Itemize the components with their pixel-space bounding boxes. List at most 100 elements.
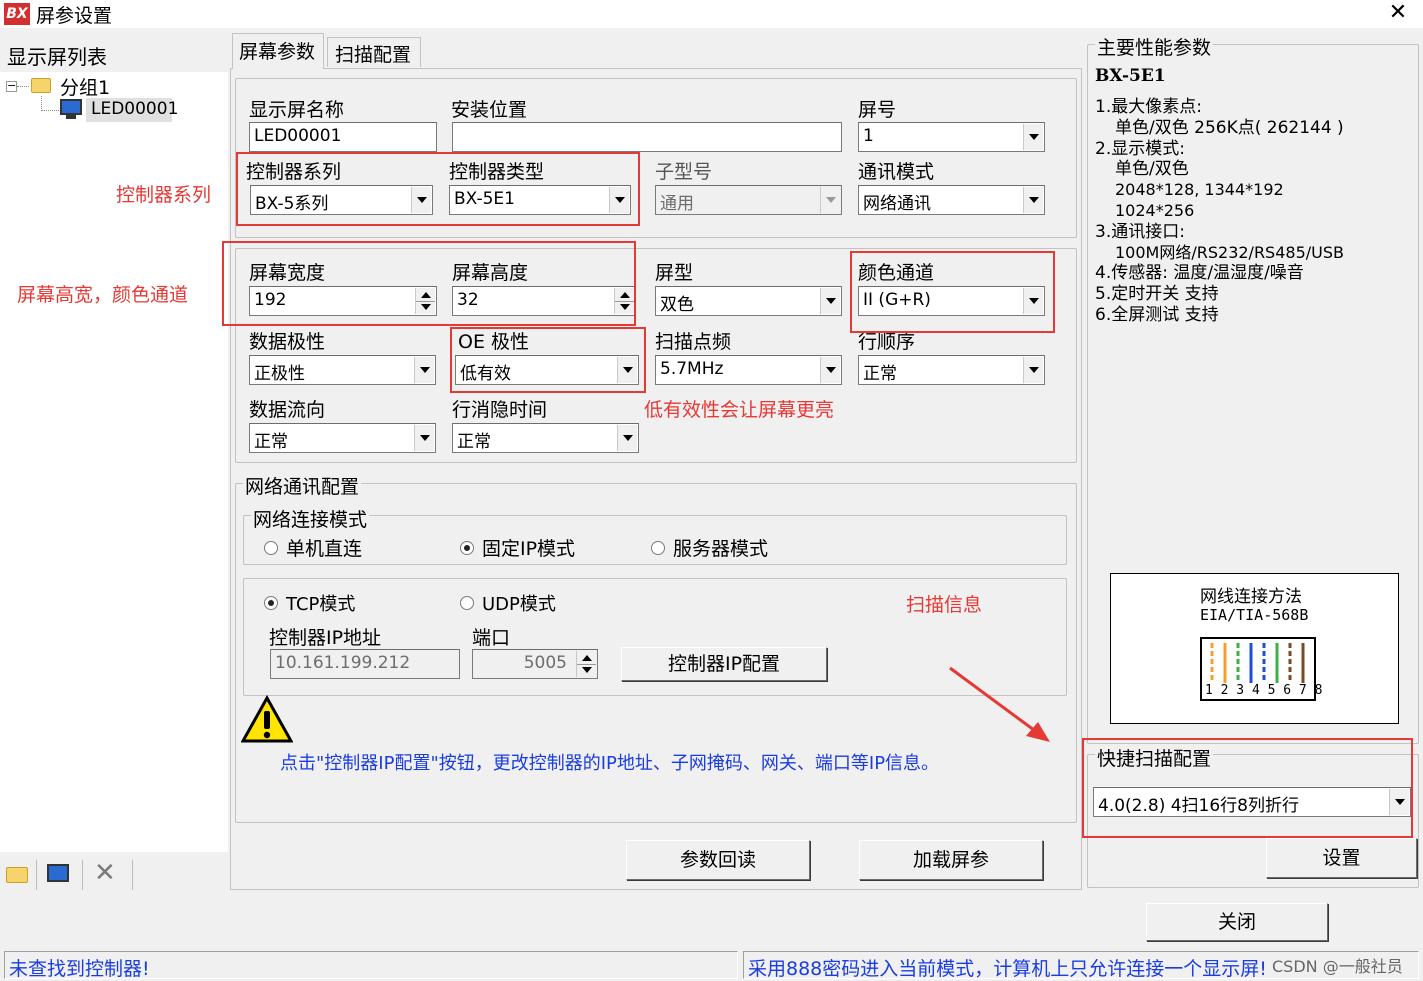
tab-screen-params-label: 屏幕参数 — [239, 41, 316, 63]
toolbar-separator — [132, 860, 133, 890]
ip-label: 控制器IP地址 — [269, 627, 382, 649]
monitor-icon — [60, 99, 82, 115]
annotation-box-oe — [450, 327, 646, 393]
comm-mode-select[interactable]: 网络通讯 — [858, 185, 1045, 215]
sub-model-select[interactable]: 通用 — [655, 185, 842, 215]
annotation-box-color — [850, 251, 1055, 333]
radio-circle — [264, 596, 278, 610]
scan-freq-value: 5.7MHz — [660, 359, 724, 379]
connect-mode-title: 网络连接模式 — [251, 505, 370, 532]
install-location-input[interactable] — [452, 122, 842, 152]
port-stepper[interactable]: 5005 — [472, 649, 598, 679]
perf-line: 1024*256 — [1115, 200, 1195, 220]
close-window-icon[interactable]: ✕ — [1385, 0, 1411, 28]
blanking-time-value: 正常 — [457, 432, 491, 452]
pin-numbers: 1 2 3 4 5 6 7 8 — [1205, 683, 1323, 698]
perf-line: 单色/双色 256K点( 262144 ) — [1115, 117, 1344, 138]
radio-tcp[interactable]: TCP模式 — [264, 590, 355, 616]
perf-line: 单色/双色 — [1115, 159, 1189, 180]
wiring-title: 网线连接方法 — [1200, 587, 1302, 607]
data-polarity-value: 正极性 — [254, 364, 305, 384]
screen-list-header: 显示屏列表 — [7, 45, 107, 69]
ip-config-hint: 点击"控制器IP配置"按钮，更改控制器的IP地址、子网掩码、网关、端口等IP信息… — [280, 753, 940, 774]
toolbar-separator — [82, 860, 83, 890]
screen-number-label: 屏号 — [858, 99, 897, 121]
blanking-time-label: 行消隐时间 — [452, 399, 548, 421]
blanking-time-select[interactable]: 正常 — [452, 423, 639, 453]
delete-icon[interactable]: ✕ — [94, 858, 116, 888]
perf-lines: 1.最大像素点: 单色/双色 256K点( 262144 ) 2.显示模式: 单… — [1095, 97, 1415, 326]
add-screen-icon[interactable] — [47, 864, 69, 882]
rj45-connector-icon: 1 2 3 4 5 6 7 8 — [1200, 637, 1322, 701]
ip-input[interactable]: 10.161.199.212 — [270, 649, 460, 679]
comm-mode-label: 通讯模式 — [858, 161, 935, 183]
read-back-button[interactable]: 参数回读 — [626, 840, 810, 880]
radio-direct[interactable]: 单机直连 — [264, 534, 362, 561]
screen-number-select[interactable]: 1 — [858, 122, 1045, 152]
window-title: 屏参设置 — [36, 5, 113, 27]
radio-circle — [651, 540, 665, 555]
set-button[interactable]: 设置 — [1266, 838, 1417, 878]
sub-model-label: 子型号 — [655, 161, 713, 183]
annotation-oe-note: 低有效性会让屏幕更亮 — [644, 399, 835, 421]
chevron-down-icon — [414, 357, 434, 383]
radio-direct-label: 单机直连 — [286, 538, 363, 560]
perf-line: 5.定时开关 支持 — [1095, 284, 1219, 305]
close-button[interactable]: 关闭 — [1146, 903, 1328, 941]
screen-name-input[interactable]: LED00001 — [249, 122, 437, 152]
tree-screen-item[interactable]: LED00001 — [86, 98, 178, 122]
tree-collapse-icon[interactable]: − — [6, 80, 17, 92]
chevron-down-icon — [1023, 187, 1043, 213]
chevron-down-icon — [820, 288, 840, 314]
load-params-button[interactable]: 加载屏参 — [859, 840, 1043, 880]
data-polarity-select[interactable]: 正极性 — [249, 355, 436, 385]
install-location-label: 安装位置 — [451, 99, 528, 121]
annotation-box-scan — [1082, 738, 1413, 838]
annotation-arrow-icon — [946, 664, 1056, 746]
perf-line: 6.全屏测试 支持 — [1095, 304, 1219, 325]
radio-udp[interactable]: UDP模式 — [460, 590, 556, 616]
screen-type-label: 屏型 — [655, 262, 694, 284]
radio-server[interactable]: 服务器模式 — [651, 534, 768, 561]
folder-icon — [31, 78, 51, 93]
tree-line — [17, 86, 29, 87]
radio-circle — [460, 540, 474, 555]
data-flow-select[interactable]: 正常 — [249, 423, 436, 453]
scan-freq-select[interactable]: 5.7MHz — [655, 355, 842, 385]
tab-scan-config[interactable]: 扫描配置 — [327, 37, 421, 67]
port-value: 5005 — [523, 653, 567, 673]
tree-group[interactable]: 分组1 — [60, 73, 110, 100]
tab-screen-params[interactable]: 屏幕参数 — [232, 33, 324, 69]
perf-title: 主要性能参数 — [1095, 33, 1214, 60]
network-group-title: 网络通讯配置 — [243, 472, 362, 499]
tree-line-vertical — [41, 96, 42, 111]
annotation-box-controller — [236, 152, 640, 226]
screen-type-select[interactable]: 双色 — [655, 286, 842, 316]
chevron-down-icon — [1023, 357, 1043, 383]
tree-screen-label: LED00001 — [91, 99, 179, 119]
chevron-down-icon — [617, 425, 637, 451]
perf-model: BX-5E1 — [1095, 66, 1166, 86]
screen-type-value: 双色 — [660, 295, 694, 315]
radio-fixed-ip[interactable]: 固定IP模式 — [460, 534, 575, 561]
annotation-controller-series: 控制器系列 — [116, 184, 212, 206]
add-group-icon[interactable] — [6, 867, 28, 883]
monitor-stand — [66, 115, 76, 119]
toolbar-separator — [36, 860, 37, 890]
chevron-down-icon — [820, 187, 840, 213]
row-order-select[interactable]: 正常 — [858, 355, 1045, 385]
perf-line: 4.传感器: 温度/温湿度/噪音 — [1095, 263, 1304, 284]
status-left-text: 未查找到控制器! — [9, 958, 150, 980]
annotation-scan-info: 扫描信息 — [906, 594, 983, 616]
tree-line-branch — [41, 110, 59, 111]
screen-name-label: 显示屏名称 — [249, 99, 345, 121]
radio-circle — [264, 540, 278, 555]
comm-mode-value: 网络通讯 — [863, 194, 931, 214]
data-polarity-label: 数据极性 — [249, 331, 326, 353]
sub-model-value: 通用 — [660, 194, 694, 214]
ip-config-button[interactable]: 控制器IP配置 — [621, 647, 827, 681]
csdn-watermark: CSDN @一般社员 — [1272, 957, 1403, 976]
spin-arrows-icon[interactable] — [576, 651, 596, 677]
radio-circle — [460, 596, 474, 610]
status-right-text: 采用888密码进入当前模式，计算机上只允许连接一个显示屏! — [748, 958, 1267, 980]
